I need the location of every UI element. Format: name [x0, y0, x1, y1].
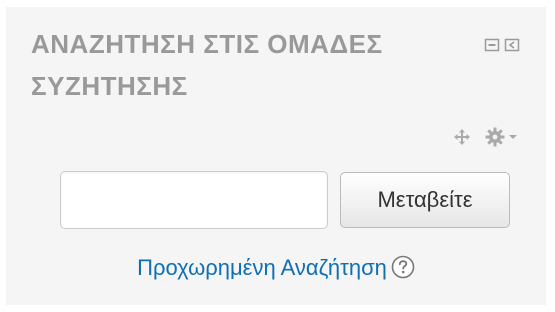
block-controls [484, 37, 520, 53]
dock-block-icon[interactable] [504, 37, 520, 53]
block-tools [453, 127, 518, 147]
block-title-line-1: ΑΝΑΖΗΤΗΣΗ ΣΤΙΣ ΟΜΑΔΕΣ [31, 29, 383, 59]
move-icon[interactable] [453, 128, 471, 146]
block-title-line-2: ΣΥΖΗΤΗΣΗΣ [31, 71, 188, 101]
advanced-search-link[interactable]: Προχωρημένη Αναζήτηση [137, 255, 387, 280]
forum-search-input[interactable] [60, 171, 328, 229]
gear-icon [485, 127, 505, 147]
hide-block-icon[interactable] [484, 37, 500, 53]
advanced-search-row: Προχωρημένη Αναζήτηση [6, 253, 546, 283]
go-button[interactable]: Μεταβείτε [340, 172, 510, 228]
search-forums-block: ΑΝΑΖΗΤΗΣΗ ΣΤΙΣ ΟΜΑΔΕΣ ΣΥΖΗΤΗΣΗΣ Μεταβείτ… [6, 7, 546, 305]
actions-menu-toggle[interactable] [485, 127, 518, 147]
help-icon[interactable] [391, 255, 415, 279]
caret-down-icon [509, 135, 517, 139]
block-title: ΑΝΑΖΗΤΗΣΗ ΣΤΙΣ ΟΜΑΔΕΣ ΣΥΖΗΤΗΣΗΣ [31, 23, 451, 107]
